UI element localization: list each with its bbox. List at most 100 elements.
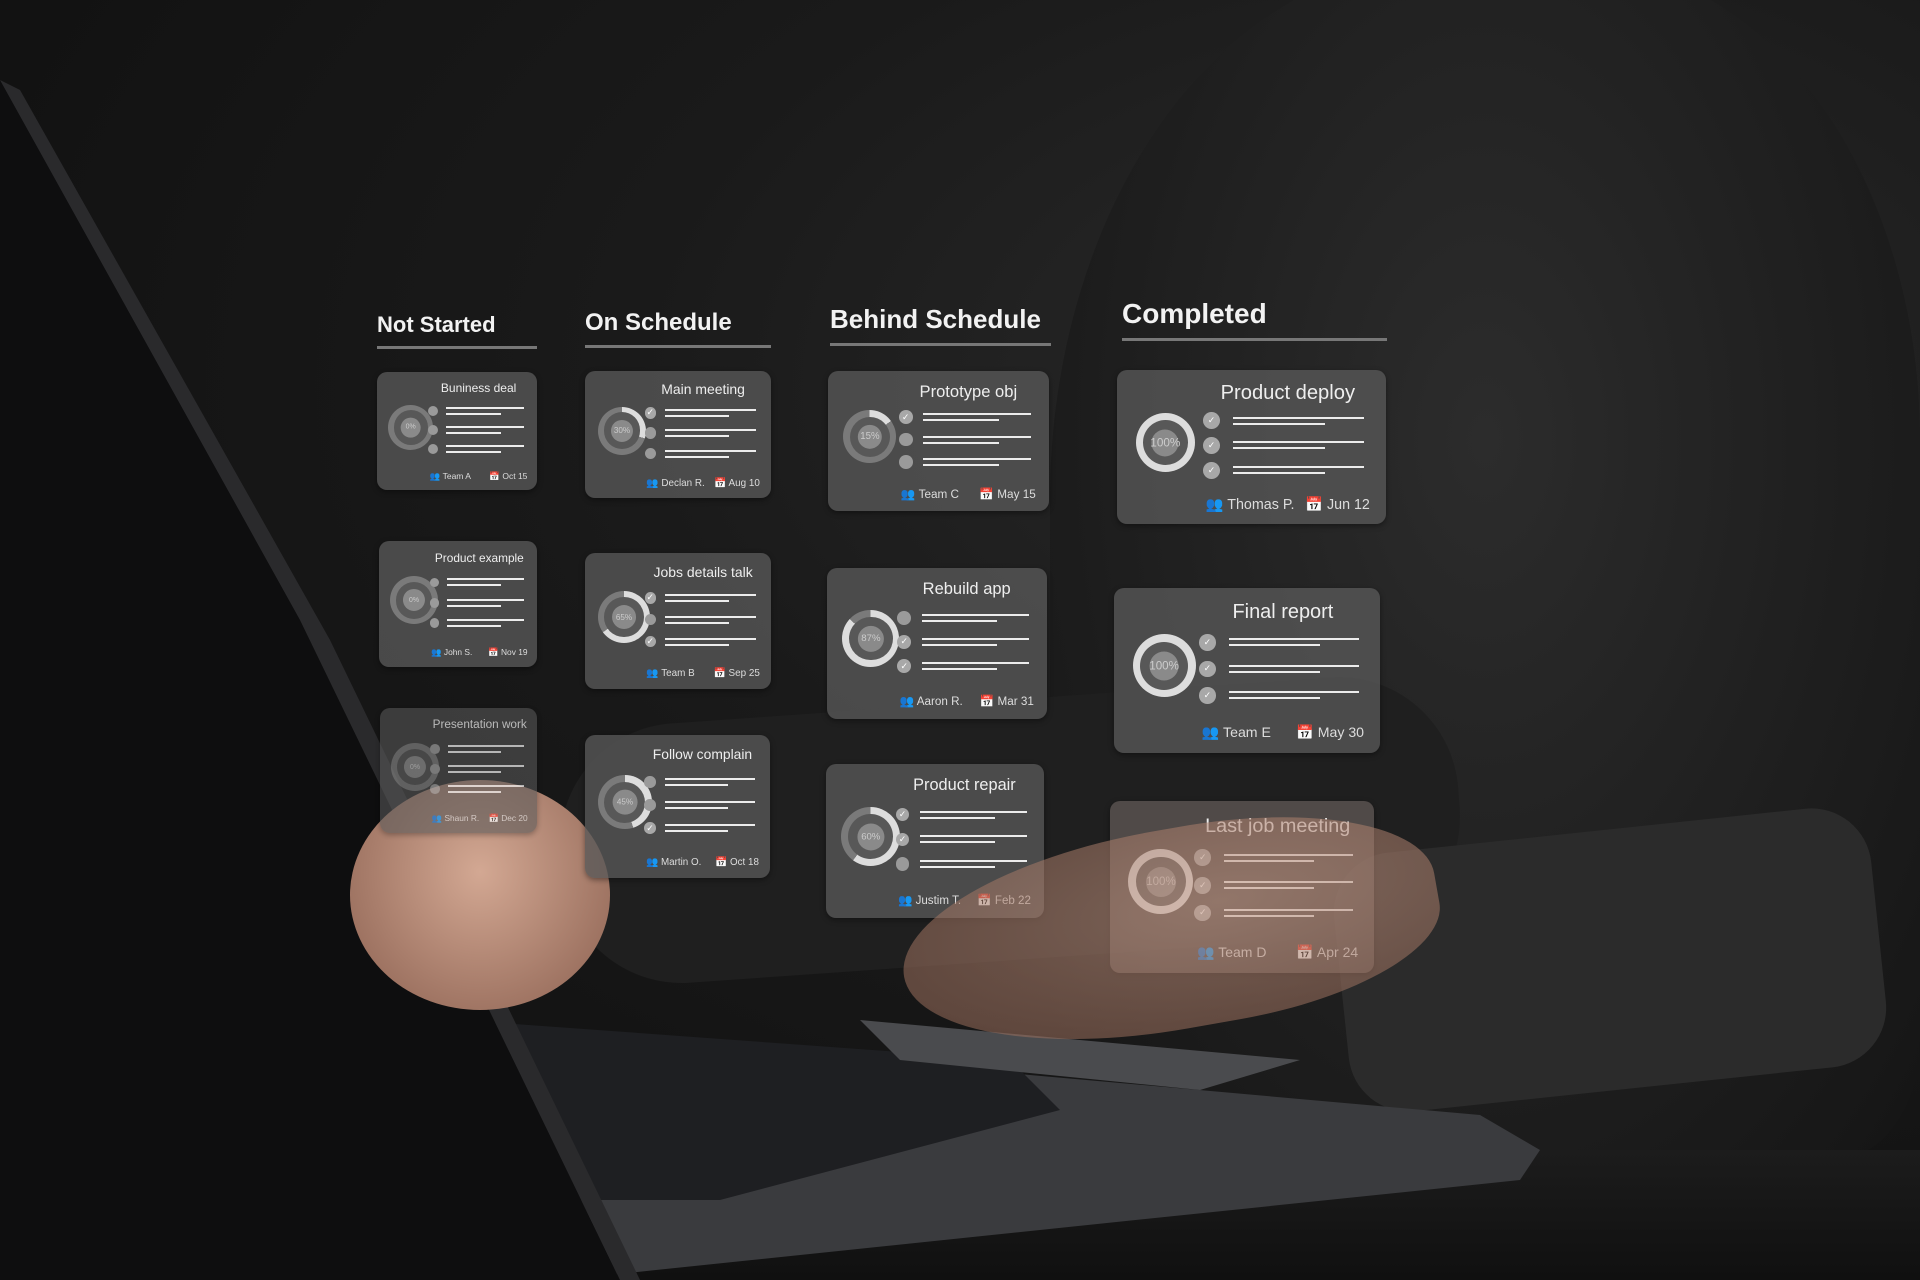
checklist-item[interactable]: ✓ xyxy=(1203,435,1365,456)
checklist-item-text-lines xyxy=(447,765,525,774)
checklist-item[interactable] xyxy=(430,761,525,778)
progress-ring: 65% xyxy=(598,591,651,644)
checklist-item[interactable] xyxy=(428,441,525,457)
checklist-item[interactable]: ✓ xyxy=(1199,631,1359,654)
checklist-item[interactable] xyxy=(898,430,1032,449)
due-date: 📅 Dec 20 xyxy=(489,813,528,824)
text-line xyxy=(919,841,995,844)
checklist-item[interactable] xyxy=(644,424,757,442)
task-card[interactable]: Prototype obj 15% ✓ 👥 Team C 📅 May 15 xyxy=(828,371,1049,511)
task-card[interactable]: Buniness deal 0% 👥 Team A 📅 Oct 15 xyxy=(377,372,537,490)
checklist-item[interactable]: ✓ xyxy=(644,404,757,422)
text-line xyxy=(665,643,729,646)
checklist-item-text-lines xyxy=(1228,638,1359,647)
checkmark-icon: ✓ xyxy=(897,659,912,674)
text-line xyxy=(919,816,995,819)
card-footer: 👥 Team C 📅 May 15 xyxy=(901,487,1036,501)
task-title: Rebuild app xyxy=(922,580,1011,599)
unchecked-circle-icon xyxy=(644,427,657,440)
text-line xyxy=(1228,664,1359,667)
task-card[interactable]: Product example 0% 👥 John S. 📅 Nov 19 xyxy=(379,541,537,667)
assignee-name: Martin O. xyxy=(661,857,702,868)
unchecked-circle-icon xyxy=(429,618,440,628)
card-footer: 👥 Aaron R. 📅 Mar 31 xyxy=(900,694,1034,708)
checklist-item-text-lines xyxy=(447,578,525,587)
assignee-name: Team C xyxy=(918,488,960,502)
checklist-item[interactable]: ✓ xyxy=(644,588,757,607)
assignee-name: Aaron R. xyxy=(916,695,963,709)
checklist-item[interactable] xyxy=(430,741,525,758)
checklist-item[interactable] xyxy=(430,781,525,798)
due-date-text: Oct 18 xyxy=(730,857,759,868)
checklist-item[interactable]: ✓ xyxy=(1199,684,1359,707)
task-card[interactable]: Product deploy 100% ✓ ✓ ✓ 👥 Thomas P. 📅 Jun 12 xyxy=(1117,370,1386,524)
text-line xyxy=(1228,638,1359,641)
text-line xyxy=(664,784,729,787)
progress-percent: 30% xyxy=(610,419,634,442)
unchecked-circle-icon xyxy=(430,744,441,755)
checklist-item[interactable] xyxy=(895,854,1027,875)
text-line xyxy=(664,824,756,827)
checklist-item[interactable]: ✓ xyxy=(898,407,1032,426)
text-line xyxy=(447,745,525,748)
text-line xyxy=(447,771,502,774)
text-line xyxy=(447,584,502,587)
due-date: 📅 May 15 xyxy=(979,487,1035,501)
checklist-item-text-lines xyxy=(447,598,525,607)
checklist-item[interactable] xyxy=(429,614,525,631)
text-line xyxy=(445,406,525,409)
checklist-item[interactable]: ✓ xyxy=(1203,460,1365,481)
task-card[interactable]: Rebuild app 87% ✓ ✓ 👥 Aaron R. 📅 Mar 31 xyxy=(827,568,1047,719)
text-line xyxy=(665,408,757,411)
task-card[interactable]: Follow complain 45% ✓ 👥 Martin O. 📅 Oct 18 xyxy=(585,735,770,878)
task-title: Product deploy xyxy=(1220,382,1356,405)
assignee: 👥 Team E xyxy=(1202,724,1271,741)
task-title: Product repair xyxy=(913,776,1016,795)
checklist xyxy=(430,741,525,799)
checklist-item[interactable]: ✓ xyxy=(895,829,1027,850)
checklist-item[interactable] xyxy=(429,574,525,591)
text-line xyxy=(447,765,525,768)
checklist-item[interactable] xyxy=(644,445,757,463)
checklist-item[interactable] xyxy=(644,772,756,792)
checklist-item[interactable]: ✓ xyxy=(1203,410,1365,431)
checklist-item[interactable]: ✓ xyxy=(895,804,1027,825)
checklist: ✓ ✓ xyxy=(895,804,1027,875)
checklist-item[interactable] xyxy=(897,607,1030,628)
checklist: ✓ ✓ ✓ xyxy=(1203,410,1365,481)
checklist-item[interactable]: ✓ xyxy=(644,818,756,838)
text-line xyxy=(665,414,729,417)
text-line xyxy=(664,807,729,810)
text-line xyxy=(665,621,729,624)
team-icon: 👥 xyxy=(646,478,662,490)
calendar-icon: 📅 xyxy=(488,813,502,824)
checklist-item[interactable]: ✓ xyxy=(897,656,1030,677)
checklist-item[interactable] xyxy=(428,422,525,438)
task-card[interactable]: Final report 100% ✓ ✓ ✓ 👥 Team E 📅 May 30 xyxy=(1114,588,1380,753)
text-line xyxy=(921,668,998,671)
checklist-item-text-lines xyxy=(664,824,756,833)
text-line xyxy=(923,458,1032,461)
checklist-item[interactable]: ✓ xyxy=(644,632,757,651)
calendar-icon: 📅 xyxy=(979,695,998,709)
checklist-item[interactable] xyxy=(898,452,1032,471)
task-card[interactable]: Main meeting 30% ✓ 👥 Declan R. 📅 Aug 10 xyxy=(585,371,771,498)
checkmark-icon: ✓ xyxy=(895,832,910,847)
text-line xyxy=(1232,441,1365,444)
checkmark-icon: ✓ xyxy=(644,822,656,834)
checklist-item[interactable]: ✓ xyxy=(1199,657,1359,680)
checklist-item[interactable]: ✓ xyxy=(897,632,1030,653)
unchecked-circle-icon xyxy=(429,597,440,608)
checklist-item-text-lines xyxy=(665,593,757,602)
task-card[interactable]: Presentation work 0% 👥 Shaun R. 📅 Dec 20 xyxy=(380,708,537,833)
text-line xyxy=(665,455,729,458)
due-date-text: Jun 12 xyxy=(1326,497,1370,514)
checkmark-icon: ✓ xyxy=(1203,437,1220,454)
checklist-item-text-lines xyxy=(919,860,1027,869)
checklist-item[interactable] xyxy=(644,610,757,629)
checklist-item[interactable] xyxy=(428,403,525,419)
checklist-item[interactable] xyxy=(429,594,525,611)
checklist-item[interactable] xyxy=(644,795,756,815)
task-card[interactable]: Jobs details talk 65% ✓ ✓ 👥 Team B 📅 Sep 25 xyxy=(585,553,771,689)
text-line xyxy=(447,598,525,601)
